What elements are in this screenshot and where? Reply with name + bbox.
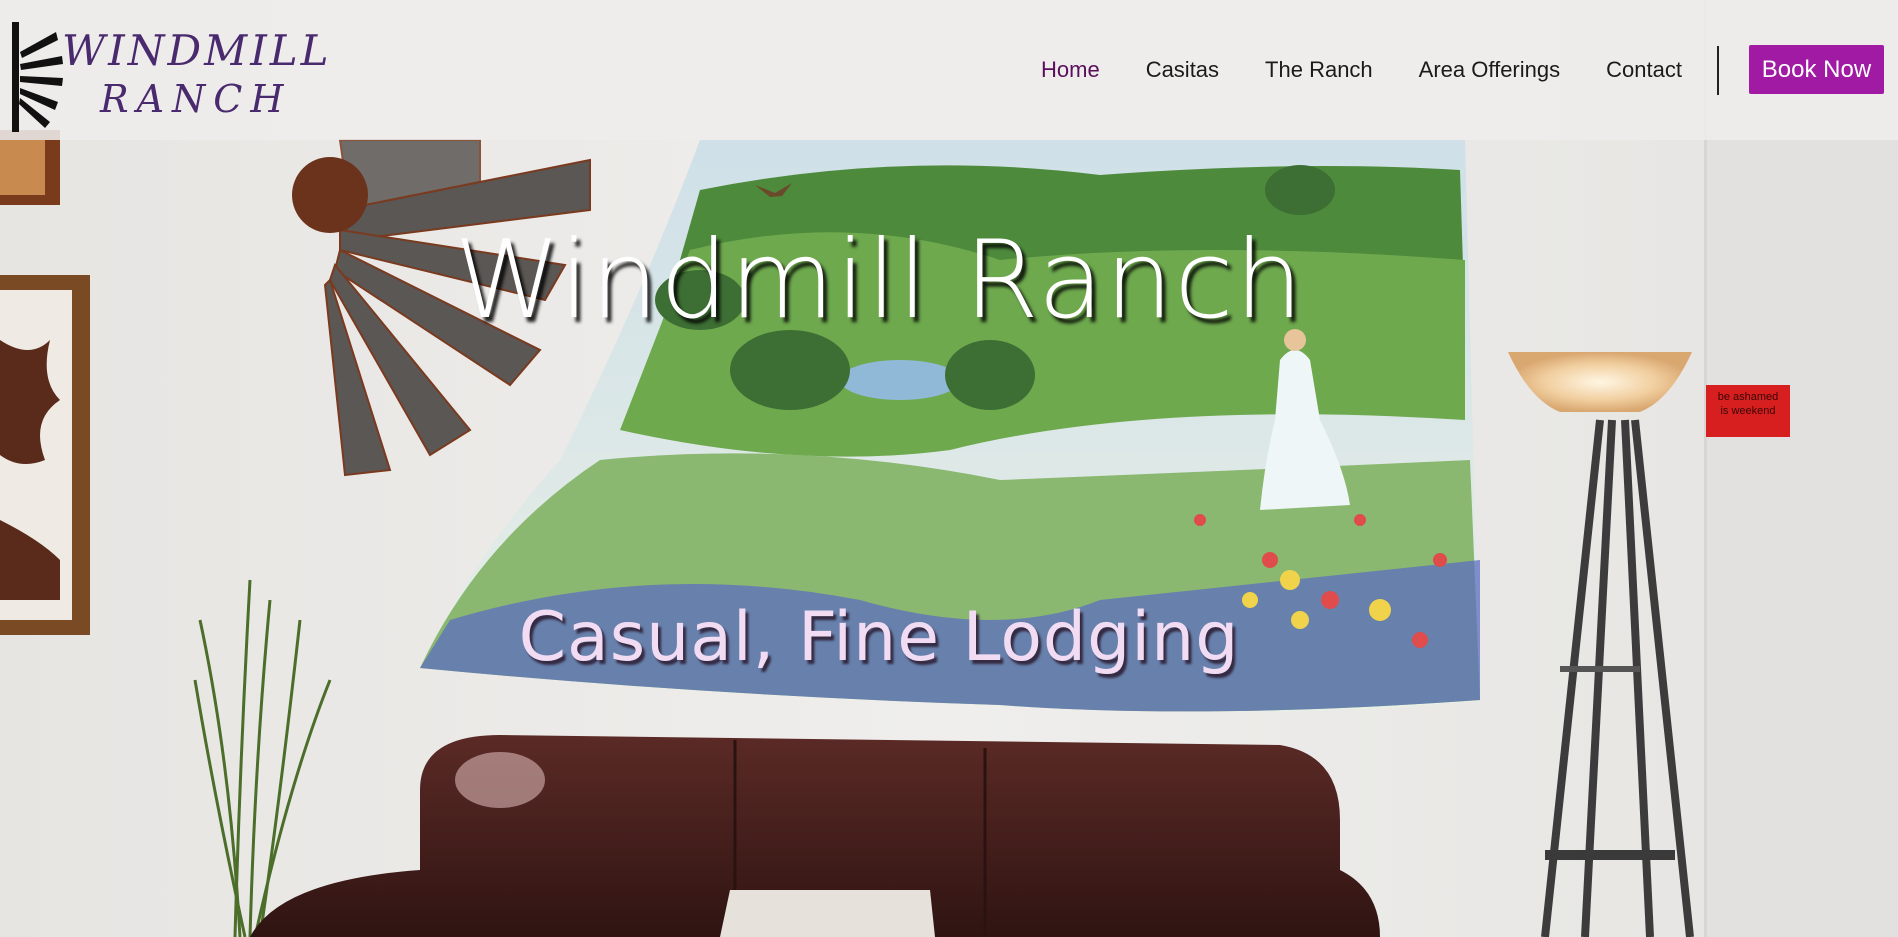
wall-sign-text: be ashamed is weekend bbox=[1710, 390, 1786, 418]
wall-corner bbox=[1704, 0, 1707, 937]
hero-background-photo bbox=[0, 0, 1898, 937]
nav-item-the-ranch[interactable]: The Ranch bbox=[1265, 57, 1373, 83]
hero-subtitle: Casual, Fine Lodging bbox=[518, 598, 1240, 677]
wall-sign-line1: be ashamed bbox=[1717, 391, 1779, 403]
nav-item-home[interactable]: Home bbox=[1041, 57, 1100, 83]
book-now-button[interactable]: Book Now bbox=[1749, 45, 1884, 94]
nav-item-area-offerings[interactable]: Area Offerings bbox=[1419, 57, 1560, 83]
logo-line1: WINDMILL bbox=[62, 26, 332, 75]
hero-section: be ashamed is weekend Windmill Ranch Cas… bbox=[0, 0, 1898, 937]
windmill-logo-icon bbox=[12, 22, 63, 132]
nav-item-casitas[interactable]: Casitas bbox=[1146, 57, 1219, 83]
hero-title: Windmill Ranch bbox=[453, 218, 1305, 343]
site-logo[interactable]: WINDMILL RANCH bbox=[8, 18, 329, 132]
logo-line2: RANCH bbox=[100, 77, 292, 121]
site-header: WINDMILL RANCH Home Casitas The Ranch Ar… bbox=[0, 0, 1898, 140]
main-nav: Home Casitas The Ranch Area Offerings Co… bbox=[1041, 52, 1728, 88]
wall-sign-line2: is weekend bbox=[1720, 405, 1776, 417]
nav-divider bbox=[1717, 46, 1719, 95]
right-wall bbox=[1706, 0, 1898, 937]
nav-item-contact[interactable]: Contact bbox=[1606, 57, 1682, 83]
